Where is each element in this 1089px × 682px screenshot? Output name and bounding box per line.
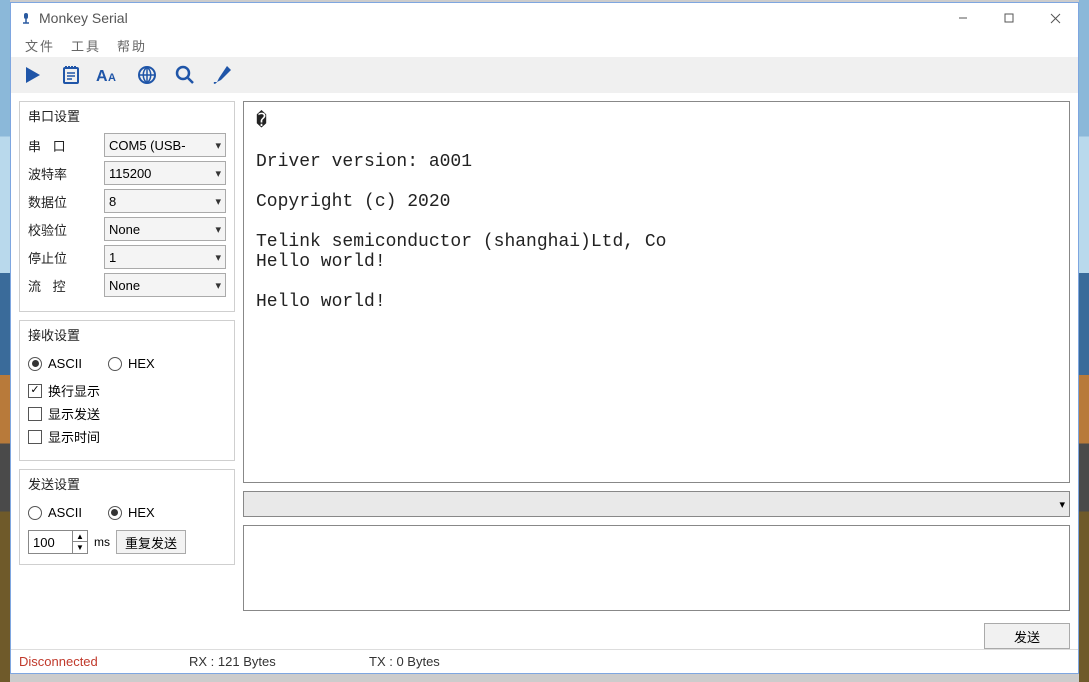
svg-text:A: A: [108, 72, 116, 84]
window-controls: [940, 3, 1078, 33]
bottom-send-row: 发送: [11, 619, 1078, 649]
baud-label: 波特率: [28, 164, 100, 183]
brush-icon[interactable]: [207, 59, 239, 91]
send-input[interactable]: [243, 525, 1070, 611]
interval-input[interactable]: 100 ▲▼: [28, 530, 88, 554]
baud-select[interactable]: 115200: [104, 161, 226, 185]
send-settings-group: 发送设置 ASCII HEX 100 ▲▼ ms 重复发送: [19, 469, 235, 565]
recv-settings-title: 接收设置: [28, 325, 226, 344]
stop-select[interactable]: 1: [104, 245, 226, 269]
font-icon[interactable]: AA: [93, 59, 125, 91]
parity-label: 校验位: [28, 220, 100, 239]
desktop-background-right: [1079, 0, 1089, 682]
send-settings-title: 发送设置: [28, 474, 226, 493]
send-hex-radio[interactable]: HEX: [108, 505, 155, 520]
toolbar: AA: [11, 57, 1078, 93]
recv-ascii-radio[interactable]: ASCII: [28, 356, 82, 371]
stop-label: 停止位: [28, 248, 100, 267]
data-label: 数据位: [28, 192, 100, 211]
status-connection: Disconnected: [19, 654, 189, 669]
globe-icon[interactable]: [131, 59, 163, 91]
status-tx: TX : 0 Bytes: [369, 654, 549, 669]
history-combobox[interactable]: [243, 491, 1070, 517]
recv-hex-radio[interactable]: HEX: [108, 356, 155, 371]
interval-spinner[interactable]: ▲▼: [72, 531, 87, 553]
port-select[interactable]: COM5 (USB-: [104, 133, 226, 157]
wrap-checkbox[interactable]: 换行显示: [28, 381, 226, 400]
close-button[interactable]: [1032, 3, 1078, 33]
menu-file[interactable]: 文件: [17, 34, 63, 57]
left-column: 串口设置 串 口 COM5 (USB- 波特率 115200 数据位 8 校验位…: [19, 101, 235, 611]
play-icon[interactable]: [17, 59, 49, 91]
flow-label: 流 控: [28, 276, 100, 295]
svg-text:A: A: [96, 68, 108, 85]
repeat-send-button[interactable]: 重复发送: [116, 530, 186, 554]
status-rx: RX : 121 Bytes: [189, 654, 369, 669]
parity-select[interactable]: None: [104, 217, 226, 241]
show-send-checkbox[interactable]: 显示发送: [28, 404, 226, 423]
statusbar: Disconnected RX : 121 Bytes TX : 0 Bytes: [11, 649, 1078, 673]
titlebar-title: Monkey Serial: [39, 10, 128, 26]
data-select[interactable]: 8: [104, 189, 226, 213]
desktop-background-left: [0, 0, 10, 682]
body-area: 串口设置 串 口 COM5 (USB- 波特率 115200 数据位 8 校验位…: [11, 93, 1078, 619]
notepad-icon[interactable]: [55, 59, 87, 91]
menubar: 文件 工具 帮助: [11, 33, 1078, 57]
terminal-output[interactable]: � Driver version: a001 Copyright (c) 202…: [243, 101, 1070, 483]
send-ascii-radio[interactable]: ASCII: [28, 505, 82, 520]
app-window: Monkey Serial 文件 工具 帮助 AA: [10, 2, 1079, 674]
port-settings-group: 串口设置 串 口 COM5 (USB- 波特率 115200 数据位 8 校验位…: [19, 101, 235, 312]
minimize-button[interactable]: [940, 3, 986, 33]
recv-settings-group: 接收设置 ASCII HEX 换行显示 显示发送 显示时间: [19, 320, 235, 461]
show-time-checkbox[interactable]: 显示时间: [28, 427, 226, 446]
interval-unit: ms: [94, 535, 110, 549]
menu-help[interactable]: 帮助: [109, 34, 155, 57]
flow-select[interactable]: None: [104, 273, 226, 297]
send-button[interactable]: 发送: [984, 623, 1070, 649]
search-icon[interactable]: [169, 59, 201, 91]
right-column: � Driver version: a001 Copyright (c) 202…: [243, 101, 1070, 611]
titlebar: Monkey Serial: [11, 3, 1078, 33]
port-label: 串 口: [28, 136, 100, 155]
app-icon: [19, 11, 33, 25]
port-settings-title: 串口设置: [28, 106, 226, 125]
menu-tools[interactable]: 工具: [63, 34, 109, 57]
maximize-button[interactable]: [986, 3, 1032, 33]
